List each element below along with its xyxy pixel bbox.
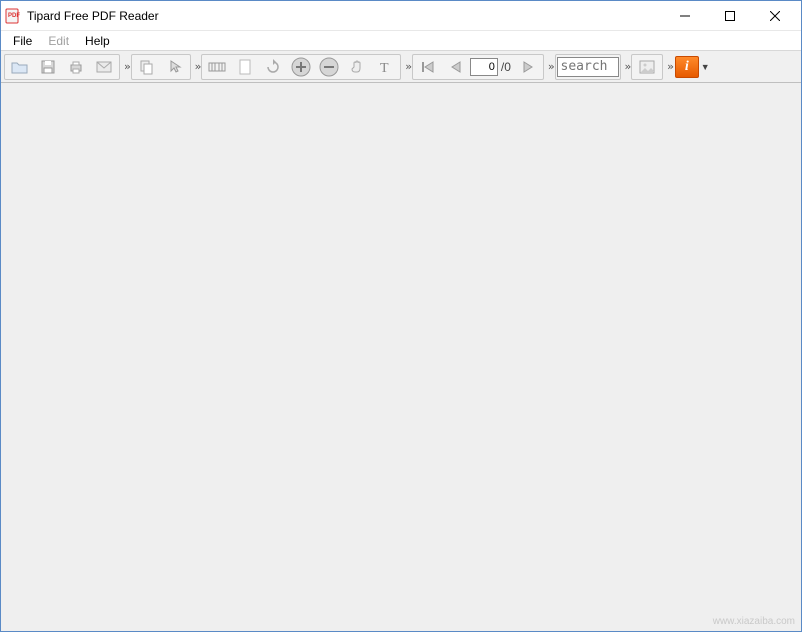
toolbar-group-search <box>555 54 621 80</box>
page-total-label: /0 <box>498 60 514 74</box>
fit-width-button[interactable] <box>204 56 230 78</box>
open-button[interactable] <box>7 56 33 78</box>
toolbar-group-view: T <box>201 54 401 80</box>
search-input[interactable] <box>557 57 619 77</box>
document-viewport: www.xiazaiba.com <box>1 83 801 631</box>
overflow-chevron-icon[interactable]: » <box>193 60 202 73</box>
toolbar-group-file <box>4 54 120 80</box>
toolbar: » » T » <box>1 51 801 83</box>
save-button[interactable] <box>35 56 61 78</box>
overflow-chevron-icon[interactable]: » <box>546 60 555 73</box>
watermark-text: www.xiazaiba.com <box>713 616 795 627</box>
app-icon: PDF <box>5 8 21 24</box>
rotate-button[interactable] <box>260 56 286 78</box>
menu-help[interactable]: Help <box>77 32 118 50</box>
minimize-button[interactable] <box>662 1 707 30</box>
zoom-in-button[interactable] <box>288 56 314 78</box>
fit-page-button[interactable] <box>232 56 258 78</box>
select-text-button[interactable] <box>162 56 188 78</box>
toolbar-group-text <box>131 54 191 80</box>
close-button[interactable] <box>752 1 797 30</box>
text-tool-button[interactable]: T <box>372 56 398 78</box>
print-button[interactable] <box>63 56 89 78</box>
toolbar-group-snapshot <box>631 54 663 80</box>
menu-edit[interactable]: Edit <box>40 32 77 50</box>
page-number-input[interactable] <box>470 58 498 76</box>
snapshot-button[interactable] <box>634 56 660 78</box>
menubar: File Edit Help <box>1 31 801 51</box>
window-title: Tipard Free PDF Reader <box>27 9 159 23</box>
zoom-out-button[interactable] <box>316 56 342 78</box>
maximize-button[interactable] <box>707 1 752 30</box>
overflow-chevron-icon[interactable]: » <box>403 60 412 73</box>
dropdown-arrow-icon[interactable]: ▼ <box>699 62 709 72</box>
overflow-chevron-icon[interactable]: » <box>122 60 131 73</box>
next-page-button[interactable] <box>515 56 541 78</box>
prev-page-button[interactable] <box>443 56 469 78</box>
toolbar-group-nav: /0 <box>412 54 544 80</box>
about-button[interactable]: i <box>675 56 699 78</box>
email-button[interactable] <box>91 56 117 78</box>
overflow-chevron-icon[interactable]: » <box>665 60 674 73</box>
copy-text-button[interactable] <box>134 56 160 78</box>
first-page-button[interactable] <box>415 56 441 78</box>
svg-text:T: T <box>380 61 389 75</box>
menu-file[interactable]: File <box>5 32 40 50</box>
overflow-chevron-icon[interactable]: » <box>623 60 632 73</box>
window-controls <box>662 1 797 30</box>
titlebar: PDF Tipard Free PDF Reader <box>1 1 801 31</box>
info-icon: i <box>685 59 689 75</box>
svg-text:PDF: PDF <box>8 13 20 19</box>
toolbar-group-about: i ▼ <box>674 54 710 80</box>
hand-tool-button[interactable] <box>344 56 370 78</box>
